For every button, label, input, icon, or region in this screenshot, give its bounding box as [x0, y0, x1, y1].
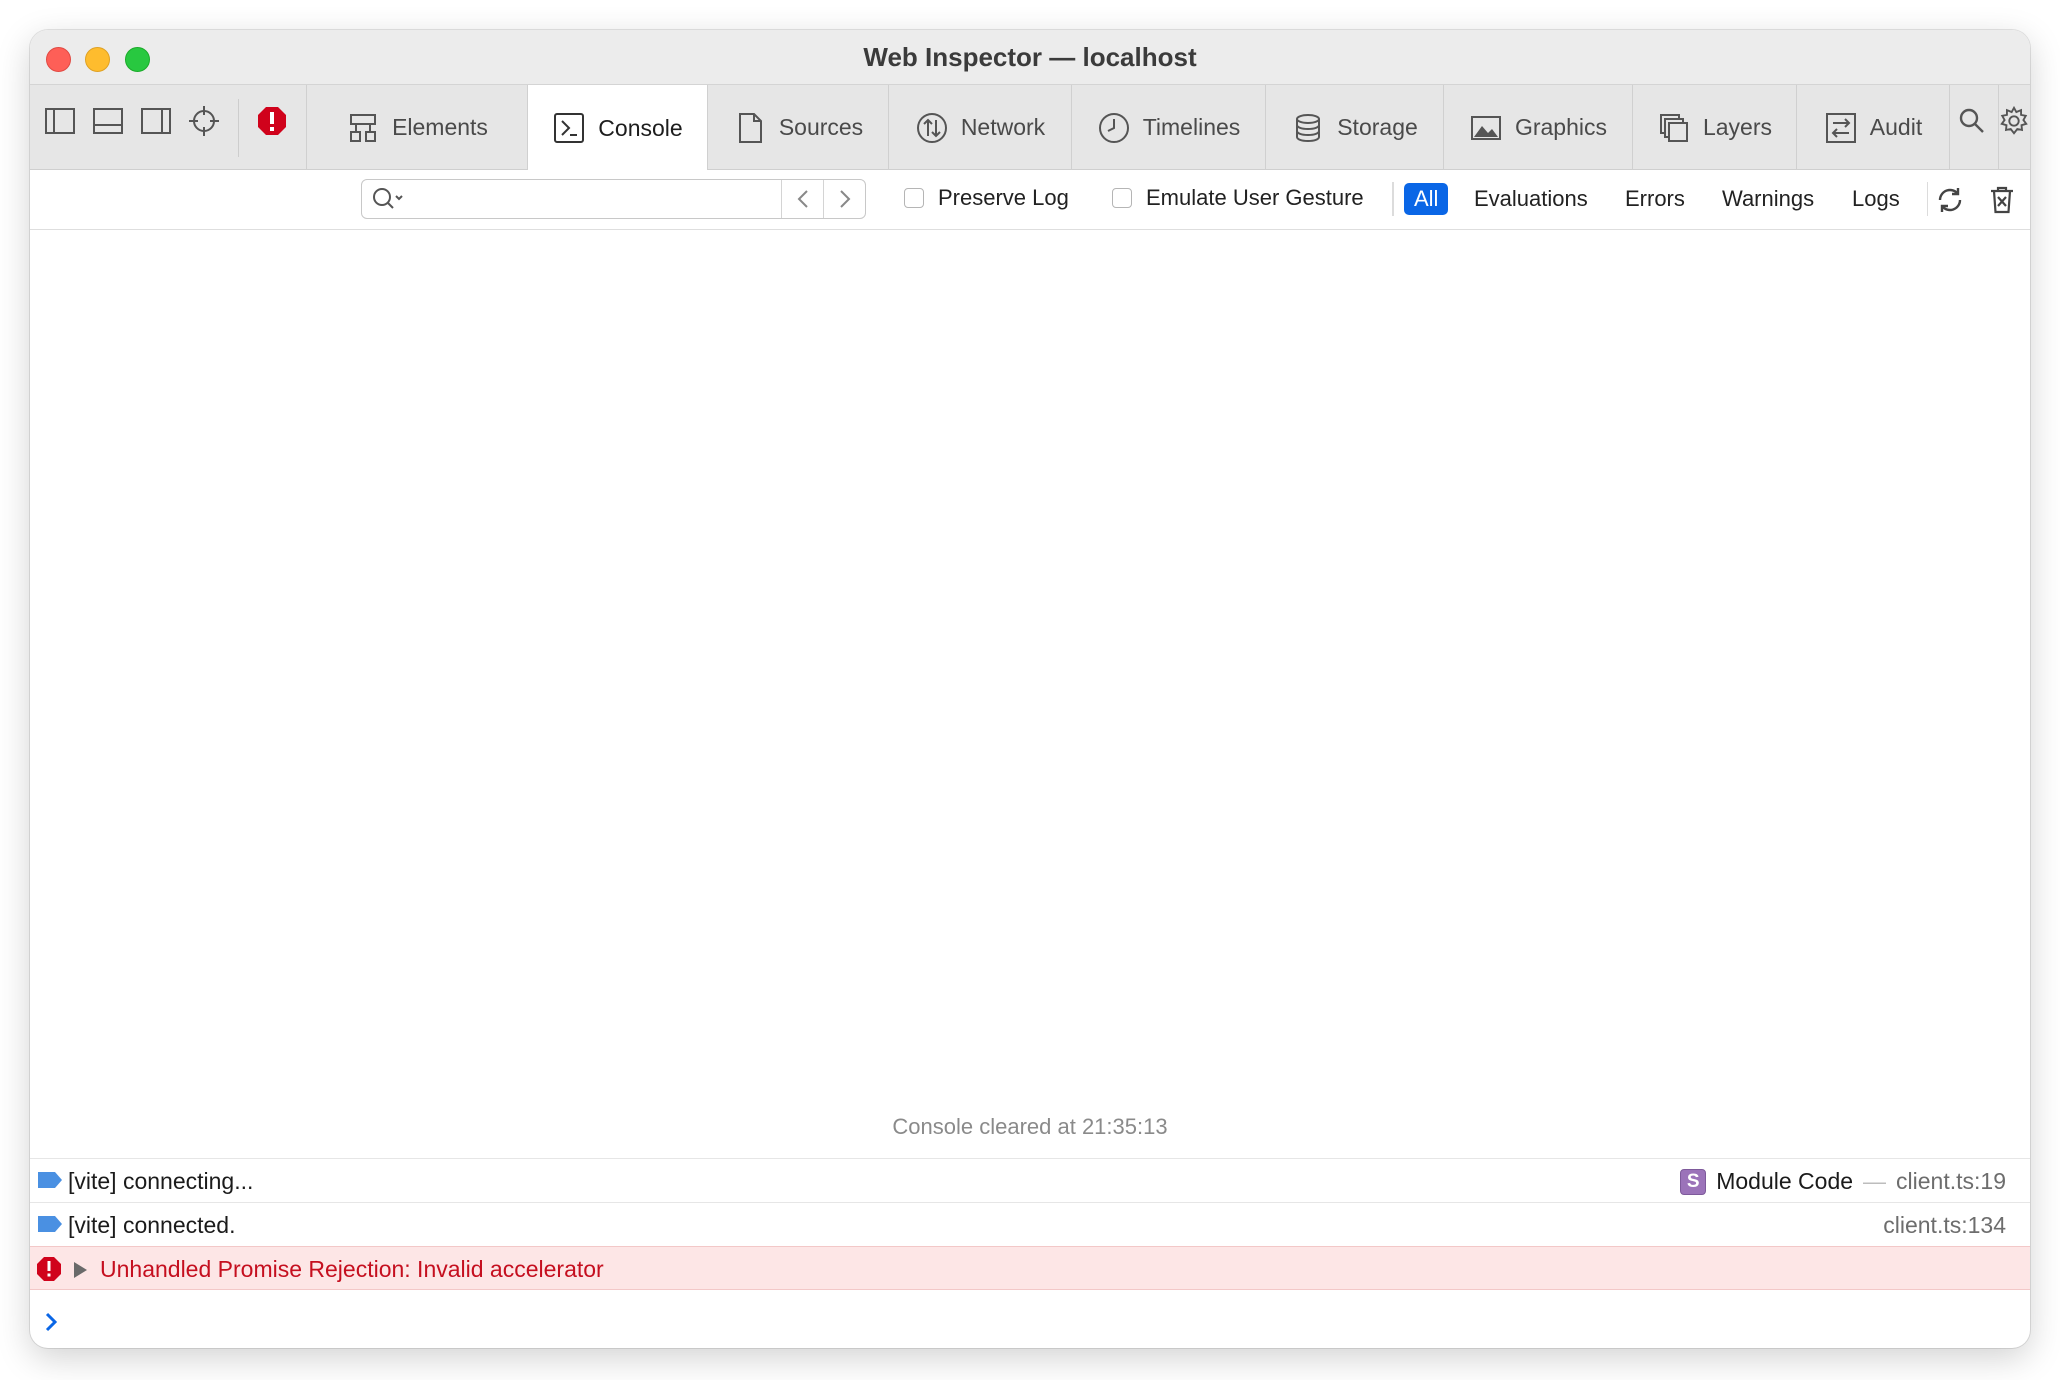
tab-sources[interactable]: Sources — [707, 85, 888, 170]
console-filter-search — [361, 179, 866, 219]
console-filter-bar: Preserve Log Emulate User Gesture All Ev… — [30, 170, 2030, 230]
disclosure-triangle-icon[interactable] — [74, 1262, 87, 1278]
filter-errors-button[interactable]: Errors — [1625, 183, 1685, 215]
console-message-text: [vite] connected. — [68, 1212, 236, 1238]
chevron-right-icon — [840, 190, 851, 208]
chevron-left-icon — [797, 190, 808, 208]
search-icon[interactable] — [1952, 101, 1992, 141]
emulate-user-gesture-toggle[interactable]: Emulate User Gesture — [1112, 185, 1364, 211]
sources-icon — [733, 111, 767, 145]
error-icon — [37, 1257, 61, 1281]
dock-bottom-icon[interactable] — [88, 101, 128, 141]
console-message-text: [vite] connecting... — [68, 1168, 254, 1194]
tab-timelines[interactable]: Timelines — [1071, 85, 1265, 170]
tab-graphics[interactable]: Graphics — [1443, 85, 1632, 170]
next-match-button[interactable] — [823, 180, 866, 218]
reload-icon[interactable] — [1932, 182, 1968, 218]
audit-icon — [1824, 111, 1858, 145]
emulate-user-gesture-checkbox[interactable] — [1112, 188, 1132, 208]
preserve-log-toggle[interactable]: Preserve Log — [904, 185, 1069, 211]
console-prompt-row[interactable] — [30, 1290, 2030, 1348]
tab-label: Elements — [392, 114, 488, 140]
source-location-link[interactable]: client.ts:134 — [1883, 1212, 2006, 1239]
web-inspector-window: Web Inspector — localhost Elements Conso… — [30, 30, 2030, 1348]
timelines-icon — [1097, 111, 1131, 145]
tab-storage[interactable]: Storage — [1265, 85, 1443, 170]
tab-label: Console — [598, 114, 683, 141]
filter-logs-button[interactable]: Logs — [1852, 183, 1900, 215]
emulate-user-gesture-label: Emulate User Gesture — [1146, 185, 1364, 210]
tab-label: Storage — [1337, 114, 1418, 140]
elements-icon — [346, 111, 380, 145]
gear-icon[interactable] — [1998, 101, 2030, 141]
tab-label: Audit — [1869, 114, 1923, 140]
dock-right-icon[interactable] — [136, 101, 176, 141]
tab-label: Network — [960, 114, 1046, 140]
script-badge-icon: S — [1680, 1168, 1707, 1195]
console-icon — [552, 111, 586, 145]
tab-network[interactable]: Network — [888, 85, 1071, 170]
tab-console[interactable]: Console — [527, 85, 707, 171]
tab-bar: Elements Console Sources Network Timelin… — [30, 84, 2030, 171]
filter-all-button[interactable]: All — [1404, 183, 1449, 215]
message-source: client.ts:134 — [1883, 1212, 2006, 1239]
dock-left-icon[interactable] — [40, 101, 80, 141]
graphics-icon — [1469, 111, 1503, 145]
console-message-row[interactable]: [vite] connected. client.ts:134 — [30, 1202, 2030, 1246]
console-cleared-message: Console cleared at 21:35:13 — [892, 1114, 1168, 1139]
tab-audit[interactable]: Audit — [1796, 85, 1949, 170]
filter-search-input[interactable] — [410, 184, 774, 216]
title-bar: Web Inspector — localhost — [30, 30, 2030, 84]
preserve-log-checkbox[interactable] — [904, 188, 924, 208]
tab-elements[interactable]: Elements — [306, 85, 527, 170]
search-filter-icon[interactable] — [370, 185, 408, 213]
layers-icon — [1657, 111, 1691, 145]
preserve-log-label: Preserve Log — [938, 185, 1069, 210]
chevron-right-icon — [45, 1312, 58, 1332]
call-frame-context[interactable]: Module Code — [1716, 1168, 1853, 1195]
console-message-text: Unhandled Promise Rejection: Invalid acc… — [100, 1256, 604, 1282]
network-icon — [915, 111, 949, 145]
tab-label: Timelines — [1142, 114, 1241, 140]
clear-log-icon[interactable] — [1984, 182, 2020, 218]
storage-icon — [1291, 111, 1325, 145]
filter-evaluations-button[interactable]: Evaluations — [1474, 183, 1588, 215]
console-message-row[interactable]: [vite] connecting... S Module Code — cli… — [30, 1158, 2030, 1202]
message-source: S Module Code — client.ts:19 — [1680, 1168, 2006, 1195]
window-title: Web Inspector — localhost — [863, 42, 1197, 72]
tab-label: Graphics — [1514, 114, 1608, 140]
log-level-icon — [38, 1216, 62, 1232]
element-picker-icon[interactable] — [184, 101, 224, 141]
filter-warnings-button[interactable]: Warnings — [1722, 183, 1814, 215]
tab-label: Sources — [778, 114, 864, 140]
source-separator: — — [1863, 1168, 1887, 1194]
source-location-link[interactable]: client.ts:19 — [1896, 1168, 2006, 1195]
previous-match-button[interactable] — [781, 180, 824, 218]
console-error-row[interactable]: Unhandled Promise Rejection: Invalid acc… — [30, 1246, 2030, 1290]
tab-label: Layers — [1702, 114, 1773, 140]
log-level-icon — [38, 1172, 62, 1188]
error-count-icon[interactable] — [252, 101, 292, 141]
tab-layers[interactable]: Layers — [1632, 85, 1796, 170]
